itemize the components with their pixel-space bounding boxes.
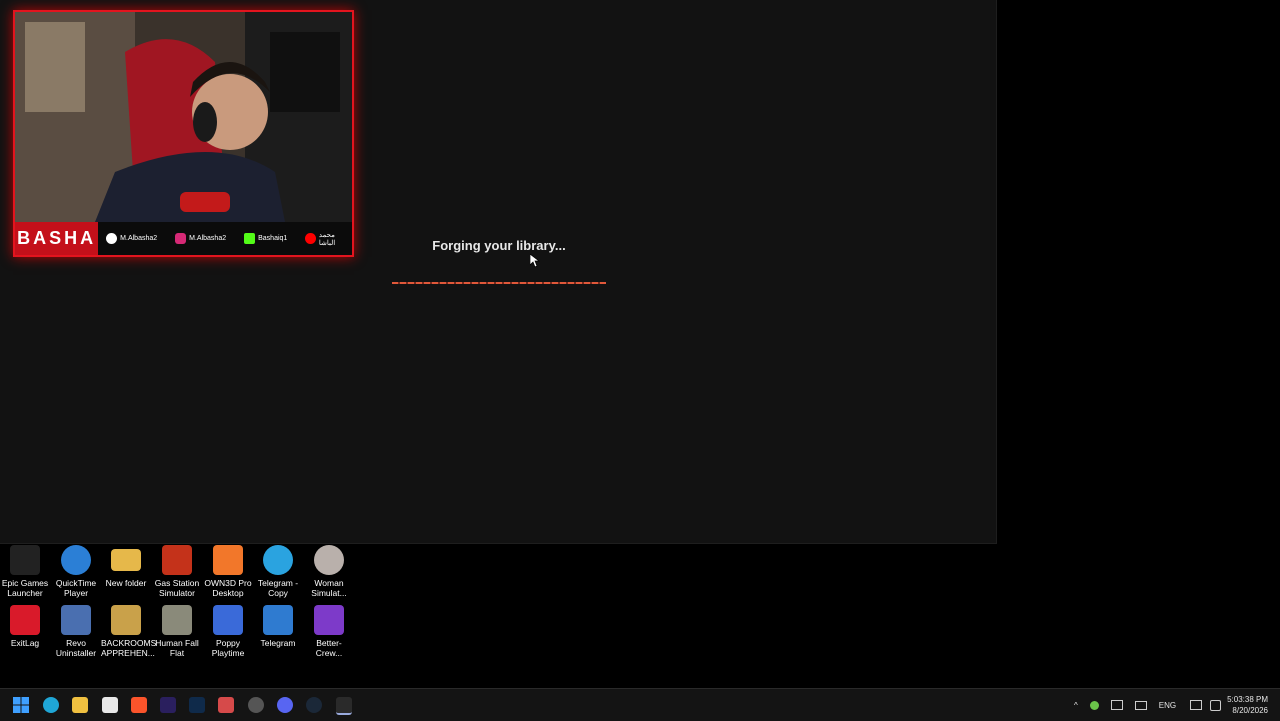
human-fall-flat-icon	[162, 605, 192, 635]
desktop-icon-label: ExitLag	[10, 638, 40, 648]
tray-network-icon[interactable]	[1110, 700, 1123, 710]
desktop-icon-human-fall-flat[interactable]: Human Fall Flat	[152, 605, 202, 658]
desktop-icon-label: Revo Uninstaller	[55, 638, 97, 658]
brave-icon[interactable]	[131, 697, 147, 713]
taskbar: ^ ENG 5:03:38 PM 8/20/2026	[0, 688, 1280, 721]
tray-overflow-chevron-icon[interactable]: ^	[1074, 701, 1078, 710]
windows-logo-icon	[13, 697, 29, 713]
epic-games-icon	[10, 545, 40, 575]
volume-icon[interactable]	[1210, 699, 1222, 711]
epic-games-taskbar-icon[interactable]	[336, 697, 352, 715]
desktop-icon-poppy-playtime[interactable]: Poppy Playtime	[203, 605, 253, 658]
clock-date: 8/20/2026	[1232, 706, 1268, 715]
webcam-overlay: BASHA M.Albasha2 M.Albasha2 Bashaiq1 محم…	[13, 10, 354, 257]
woman-simulator-icon	[314, 545, 344, 575]
exitlag-icon	[10, 605, 40, 635]
desktop-icon-label: Telegram - Copy	[257, 578, 299, 598]
desktop-icon-revo[interactable]: Revo Uninstaller	[51, 605, 101, 658]
clock-time: 5:03:38 PM	[1227, 695, 1268, 704]
social-handle: Bashaiq1	[258, 235, 288, 242]
gas-station-icon	[162, 545, 192, 575]
desktop-icon-telegram-copy[interactable]: Telegram - Copy	[253, 545, 303, 598]
taskbar-clock[interactable]: 5:03:38 PM 8/20/2026	[1227, 694, 1268, 716]
telegram-icon	[263, 545, 293, 575]
desktop-icon-label: Gas Station Simulator	[154, 578, 200, 598]
desktop-icon-own3d[interactable]: OWN3D Pro Desktop	[203, 545, 253, 598]
quicktime-icon	[61, 545, 91, 575]
language-indicator[interactable]: ENG	[1159, 701, 1176, 710]
desktop-icon-backrooms[interactable]: BACKROOMS APPREHEN...	[101, 605, 157, 658]
instagram-icon	[175, 233, 187, 244]
tray-nvidia-icon[interactable]	[1089, 700, 1099, 710]
revo-uninstaller-icon	[61, 605, 91, 635]
snipping-tool-icon[interactable]	[218, 697, 234, 713]
desktop-icon-label: OWN3D Pro Desktop	[204, 578, 252, 598]
loading-progress-bar	[392, 282, 606, 284]
webcam-feed	[15, 12, 352, 222]
desktop-icon-quicktime[interactable]: QuickTime Player	[51, 545, 101, 598]
social-youtube: محمد الباشا	[305, 231, 352, 247]
desktop-icon-epic-games[interactable]: Epic Games Launcher	[0, 545, 50, 598]
steam-icon[interactable]	[306, 697, 322, 713]
tiktok-icon	[106, 233, 118, 244]
desktop-icon-better-crewlink[interactable]: Better-Crew...	[304, 605, 354, 658]
desktop-icon-new-folder[interactable]: New folder	[101, 545, 151, 588]
better-crewlink-icon	[314, 605, 344, 635]
start-button[interactable]	[13, 697, 29, 713]
desktop-icon-label: New folder	[105, 578, 147, 588]
desktop-icon-gas-station[interactable]: Gas Station Simulator	[152, 545, 202, 598]
file-explorer-icon[interactable]	[72, 697, 88, 713]
telegram-desktop-icon	[263, 605, 293, 635]
loading-text: Forging your library...	[432, 238, 566, 253]
store-icon[interactable]	[102, 697, 118, 713]
desktop-icon-label: BACKROOMS APPREHEN...	[101, 638, 157, 658]
social-handle: M.Albasha2	[189, 235, 227, 242]
youtube-icon	[305, 233, 316, 244]
desktop-icon-label: QuickTime Player	[55, 578, 97, 598]
social-tiktok: M.Albasha2	[106, 233, 157, 244]
system-tray: ^ ENG	[1074, 689, 1222, 721]
desktop-icon-telegram[interactable]: Telegram	[253, 605, 303, 648]
folder-icon	[111, 549, 141, 571]
photoshop-icon[interactable]	[189, 697, 205, 713]
discord-icon[interactable]	[277, 697, 293, 713]
desktop-icon-label: Woman Simulat...	[311, 578, 347, 598]
poppy-playtime-icon	[213, 605, 243, 635]
premiere-pro-icon[interactable]	[160, 697, 176, 713]
desktop-icon-label: Epic Games Launcher	[1, 578, 49, 598]
edge-icon[interactable]	[43, 697, 59, 713]
desktop-icon-label: Telegram	[260, 638, 296, 648]
backrooms-icon	[111, 605, 141, 635]
webcam-info-bar: BASHA M.Albasha2 M.Albasha2 Bashaiq1 محم…	[15, 222, 352, 255]
streamer-brand: BASHA	[15, 222, 99, 255]
own3d-icon	[213, 545, 243, 575]
obs-icon[interactable]	[248, 697, 264, 713]
desktop-icon-woman-simulator[interactable]: Woman Simulat...	[304, 545, 354, 598]
mouse-cursor-icon	[530, 254, 540, 268]
social-handle: M.Albasha2	[120, 235, 158, 242]
desktop-icon-label: Human Fall Flat	[155, 638, 199, 658]
desktop-icon-label: Poppy Playtime	[211, 638, 245, 658]
tray-display-icon[interactable]	[1190, 700, 1203, 710]
desktop-icon-label: Better-Crew...	[315, 638, 343, 658]
social-instagram: M.Albasha2	[175, 233, 226, 244]
tray-keyboard-icon[interactable]	[1134, 700, 1147, 710]
social-kick: Bashaiq1	[244, 233, 287, 244]
kick-icon	[244, 233, 256, 244]
desktop-icon-exitlag[interactable]: ExitLag	[0, 605, 50, 648]
social-handle: محمد الباشا	[318, 231, 336, 247]
